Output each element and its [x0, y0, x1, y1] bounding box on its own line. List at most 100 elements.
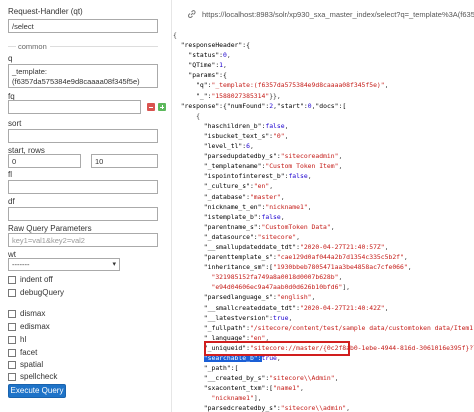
request-url-link[interactable]: https://localhost:8983/solr/xp930_sxa_ma…: [202, 10, 474, 19]
spellcheck-option[interactable]: spellcheck: [8, 372, 57, 381]
json-token: false: [265, 121, 285, 130]
q-textarea[interactable]: _template: (f6357da575384e9d8caaaa08f345…: [8, 64, 158, 88]
json-token: ,: [346, 404, 351, 412]
json-token: ,: [288, 313, 293, 322]
json-token: ],: [342, 283, 351, 292]
dismax-label: dismax: [20, 309, 46, 318]
json-line: "parenttemplate_s":"cae129d0af044a2b7d13…: [173, 252, 474, 262]
common-divider-right: [50, 46, 158, 47]
json-token: {: [173, 31, 177, 39]
wt-select[interactable]: ------- ▾: [8, 258, 120, 271]
json-line: "params":{: [173, 70, 474, 80]
common-divider-left: [8, 46, 16, 47]
df-input[interactable]: [8, 207, 158, 221]
json-token: "nickname_t_en":: [173, 202, 266, 211]
spatial-option[interactable]: spatial: [8, 360, 43, 369]
json-token: "_templatename":: [173, 162, 266, 171]
hl-option[interactable]: hl: [8, 335, 26, 344]
json-token: "1588027385314": [211, 91, 270, 100]
wt-select-value: -------: [12, 260, 30, 269]
json-token: true: [273, 313, 289, 322]
json-token: ,: [269, 182, 274, 191]
spellcheck-label: spellcheck: [20, 372, 58, 381]
json-token: "responseHeader":{: [173, 41, 250, 50]
json-token: ,: [338, 162, 343, 171]
indent-label: indent off: [20, 275, 53, 284]
json-line: "QTime":1,: [173, 60, 474, 70]
json-token: "parenttemplate_s":: [173, 253, 277, 262]
json-line: "nickname_t_en":"nickname1",: [173, 202, 474, 212]
json-line: "parentname_s":"CustomToken Data",: [173, 222, 474, 232]
json-token: false: [288, 172, 308, 181]
facet-option[interactable]: facet: [8, 348, 37, 357]
json-line: "__smallcreateddate_tdt":"2020-04-27T21:…: [173, 303, 474, 313]
indent-option[interactable]: indent off: [8, 275, 53, 284]
json-line: "responseHeader":{: [173, 40, 474, 50]
json-token: ,: [307, 202, 312, 211]
json-token: "level_tl":: [173, 142, 247, 151]
df-label: df: [8, 197, 15, 206]
json-token: ,: [407, 263, 412, 272]
hl-checkbox[interactable]: [8, 335, 16, 344]
json-line: "level_tl":6,: [173, 141, 474, 151]
spatial-label: spatial: [20, 360, 44, 369]
json-token: "_fullpath":: [173, 323, 250, 332]
json-line: "sxacontent_txm":["name1",: [173, 383, 474, 393]
fl-input[interactable]: [8, 180, 158, 194]
json-token: "321985152fa749a8a0018d0007b628b": [211, 273, 339, 282]
json-token: "response":{: [173, 101, 227, 110]
raw-query-input[interactable]: key1=val1&key2=val2: [8, 233, 158, 247]
json-token: "_datasource":: [173, 232, 258, 241]
add-fq-icon[interactable]: [158, 103, 166, 111]
json-token: ,: [223, 61, 227, 70]
indent-checkbox[interactable]: [8, 275, 16, 284]
json-token: "istemplate_b":: [173, 212, 262, 221]
json-token: ,: [384, 81, 389, 90]
json-token: "english": [276, 293, 312, 302]
json-token: "/sitecore/content/test/sample data/cust…: [249, 323, 474, 332]
json-token: "0": [273, 131, 285, 140]
json-token: "parsedcreatedby_s":: [173, 404, 281, 412]
json-token: ,: [307, 172, 312, 181]
q-value-line2: (f6357da575384e9d8caaaa08f345f5e): [12, 77, 140, 86]
json-line: "isbucket_text_s":"0",: [173, 131, 474, 141]
json-line: "parsedcreatedby_s":"sitecore\\admin",: [173, 403, 474, 412]
json-line: "__created_by_s":"sitecore\\Admin",: [173, 373, 474, 383]
request-handler-input[interactable]: /select: [8, 19, 158, 33]
json-token: ,: [284, 121, 289, 130]
json-line: "_culture_s":"en",: [173, 181, 474, 191]
json-token: "isbucket_text_s":: [173, 131, 274, 140]
json-token: "sitecoreadmin": [280, 152, 339, 161]
json-line: "haschildren_b":false,: [173, 121, 474, 131]
sort-input[interactable]: [8, 129, 158, 143]
chevron-down-icon: ▾: [112, 261, 116, 268]
json-token: false: [261, 212, 281, 221]
facet-checkbox[interactable]: [8, 348, 16, 357]
json-token: ,: [249, 142, 254, 151]
spellcheck-checkbox[interactable]: [8, 372, 16, 381]
facet-label: facet: [20, 348, 38, 357]
edismax-option[interactable]: edismax: [8, 322, 50, 331]
json-token: "status":: [173, 51, 224, 60]
fq-input[interactable]: [8, 100, 141, 114]
fl-label: fl: [8, 170, 12, 179]
dismax-checkbox[interactable]: [8, 309, 16, 318]
json-token: ,: [280, 192, 285, 201]
start-input[interactable]: 0: [8, 154, 81, 168]
debugquery-checkbox[interactable]: [8, 288, 16, 297]
edismax-checkbox[interactable]: [8, 322, 16, 331]
spatial-checkbox[interactable]: [8, 360, 16, 369]
json-line: "_fullpath":"/sitecore/content/test/samp…: [173, 323, 474, 333]
debugquery-option[interactable]: debugQuery: [8, 288, 64, 297]
json-token: "Custom Token Item": [265, 162, 339, 171]
json-token: "parsedlanguage_s":: [173, 293, 277, 302]
dismax-option[interactable]: dismax: [8, 309, 45, 318]
remove-fq-icon[interactable]: [147, 103, 155, 111]
execute-query-button[interactable]: Execute Query: [8, 384, 66, 398]
json-token: "sxacontent_txm":[: [173, 384, 274, 393]
json-token: "sitecore": [257, 232, 297, 241]
json-line: "inheritance_sm":["1930bbeb7805471aa3be4…: [173, 262, 474, 272]
rows-input[interactable]: 10: [91, 154, 158, 168]
